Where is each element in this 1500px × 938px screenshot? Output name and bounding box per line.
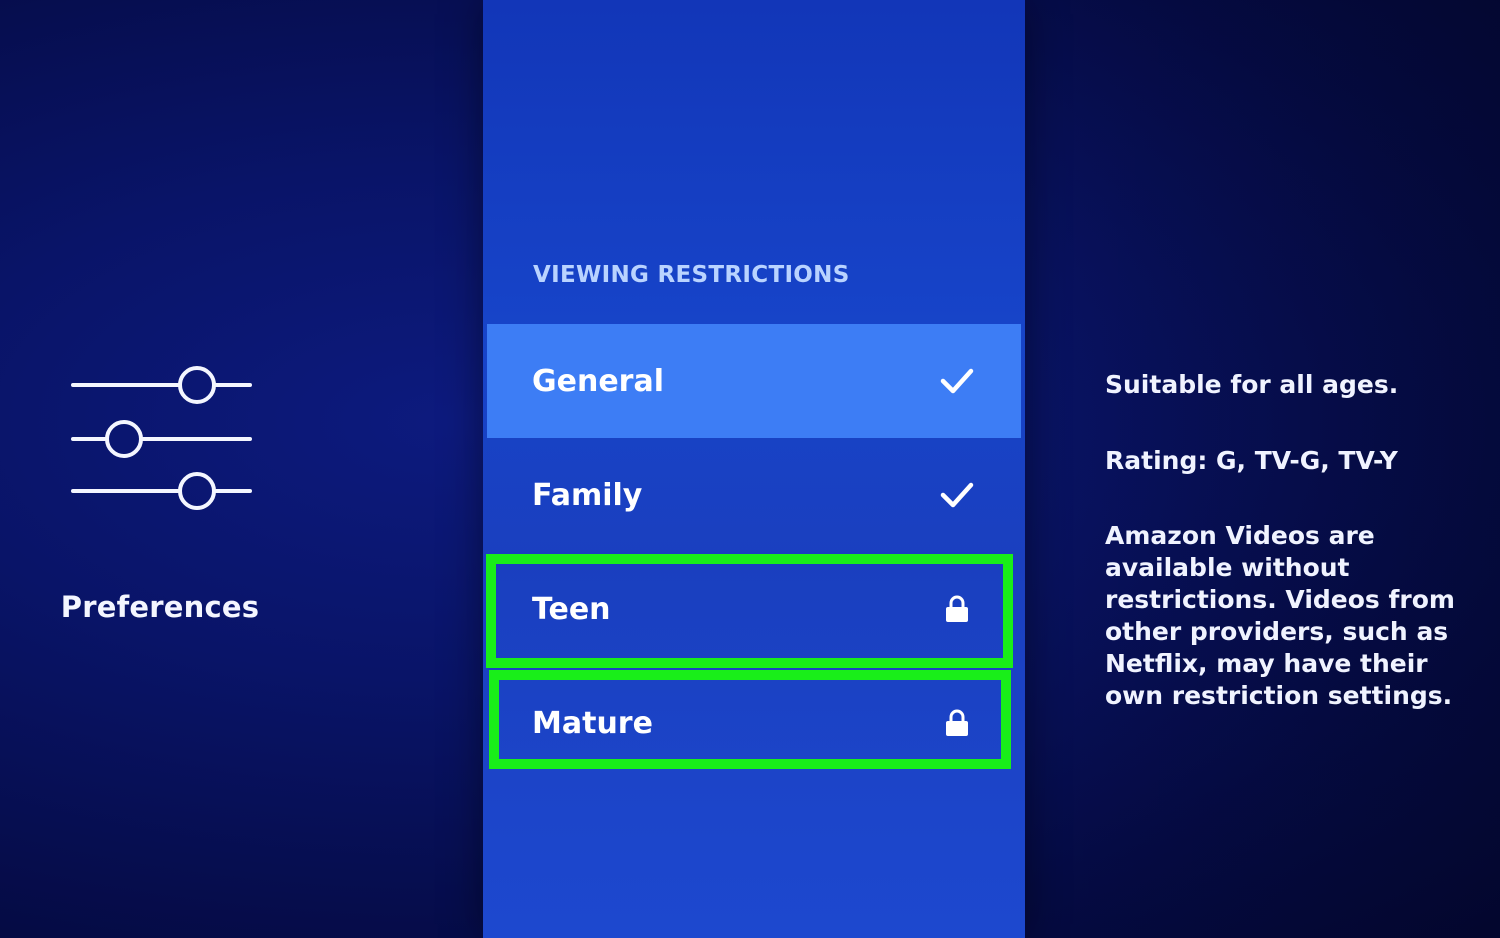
viewing-restrictions-panel: VIEWING RESTRICTIONS General Family Teen bbox=[483, 0, 1025, 938]
menu-item-teen[interactable]: Teen bbox=[487, 552, 1021, 666]
screen: Preferences VIEWING RESTRICTIONS General… bbox=[0, 0, 1500, 938]
suitability-text: Suitable for all ages. bbox=[1105, 370, 1399, 399]
menu-item-general[interactable]: General bbox=[487, 324, 1021, 438]
menu-item-label: General bbox=[532, 363, 664, 399]
menu-item-label: Family bbox=[532, 477, 643, 513]
sliders-icon bbox=[71, 366, 252, 510]
menu-item-label: Teen bbox=[532, 591, 611, 627]
checkmark-icon bbox=[939, 477, 975, 513]
preferences-title: Preferences bbox=[60, 590, 260, 624]
restriction-info-panel: Suitable for all ages. Rating: G, TV-G, … bbox=[1105, 368, 1475, 712]
menu-item-mature[interactable]: Mature bbox=[487, 666, 1021, 780]
menu-header: VIEWING RESTRICTIONS bbox=[533, 262, 850, 288]
restriction-description: Amazon Videos are available without rest… bbox=[1105, 521, 1455, 710]
lock-icon bbox=[939, 591, 975, 627]
checkmark-icon bbox=[939, 363, 975, 399]
menu-item-family[interactable]: Family bbox=[487, 438, 1021, 552]
preferences-section: Preferences bbox=[0, 0, 488, 938]
menu-item-label: Mature bbox=[532, 705, 653, 741]
lock-icon bbox=[939, 705, 975, 741]
rating-text: Rating: G, TV-G, TV-Y bbox=[1105, 446, 1398, 475]
